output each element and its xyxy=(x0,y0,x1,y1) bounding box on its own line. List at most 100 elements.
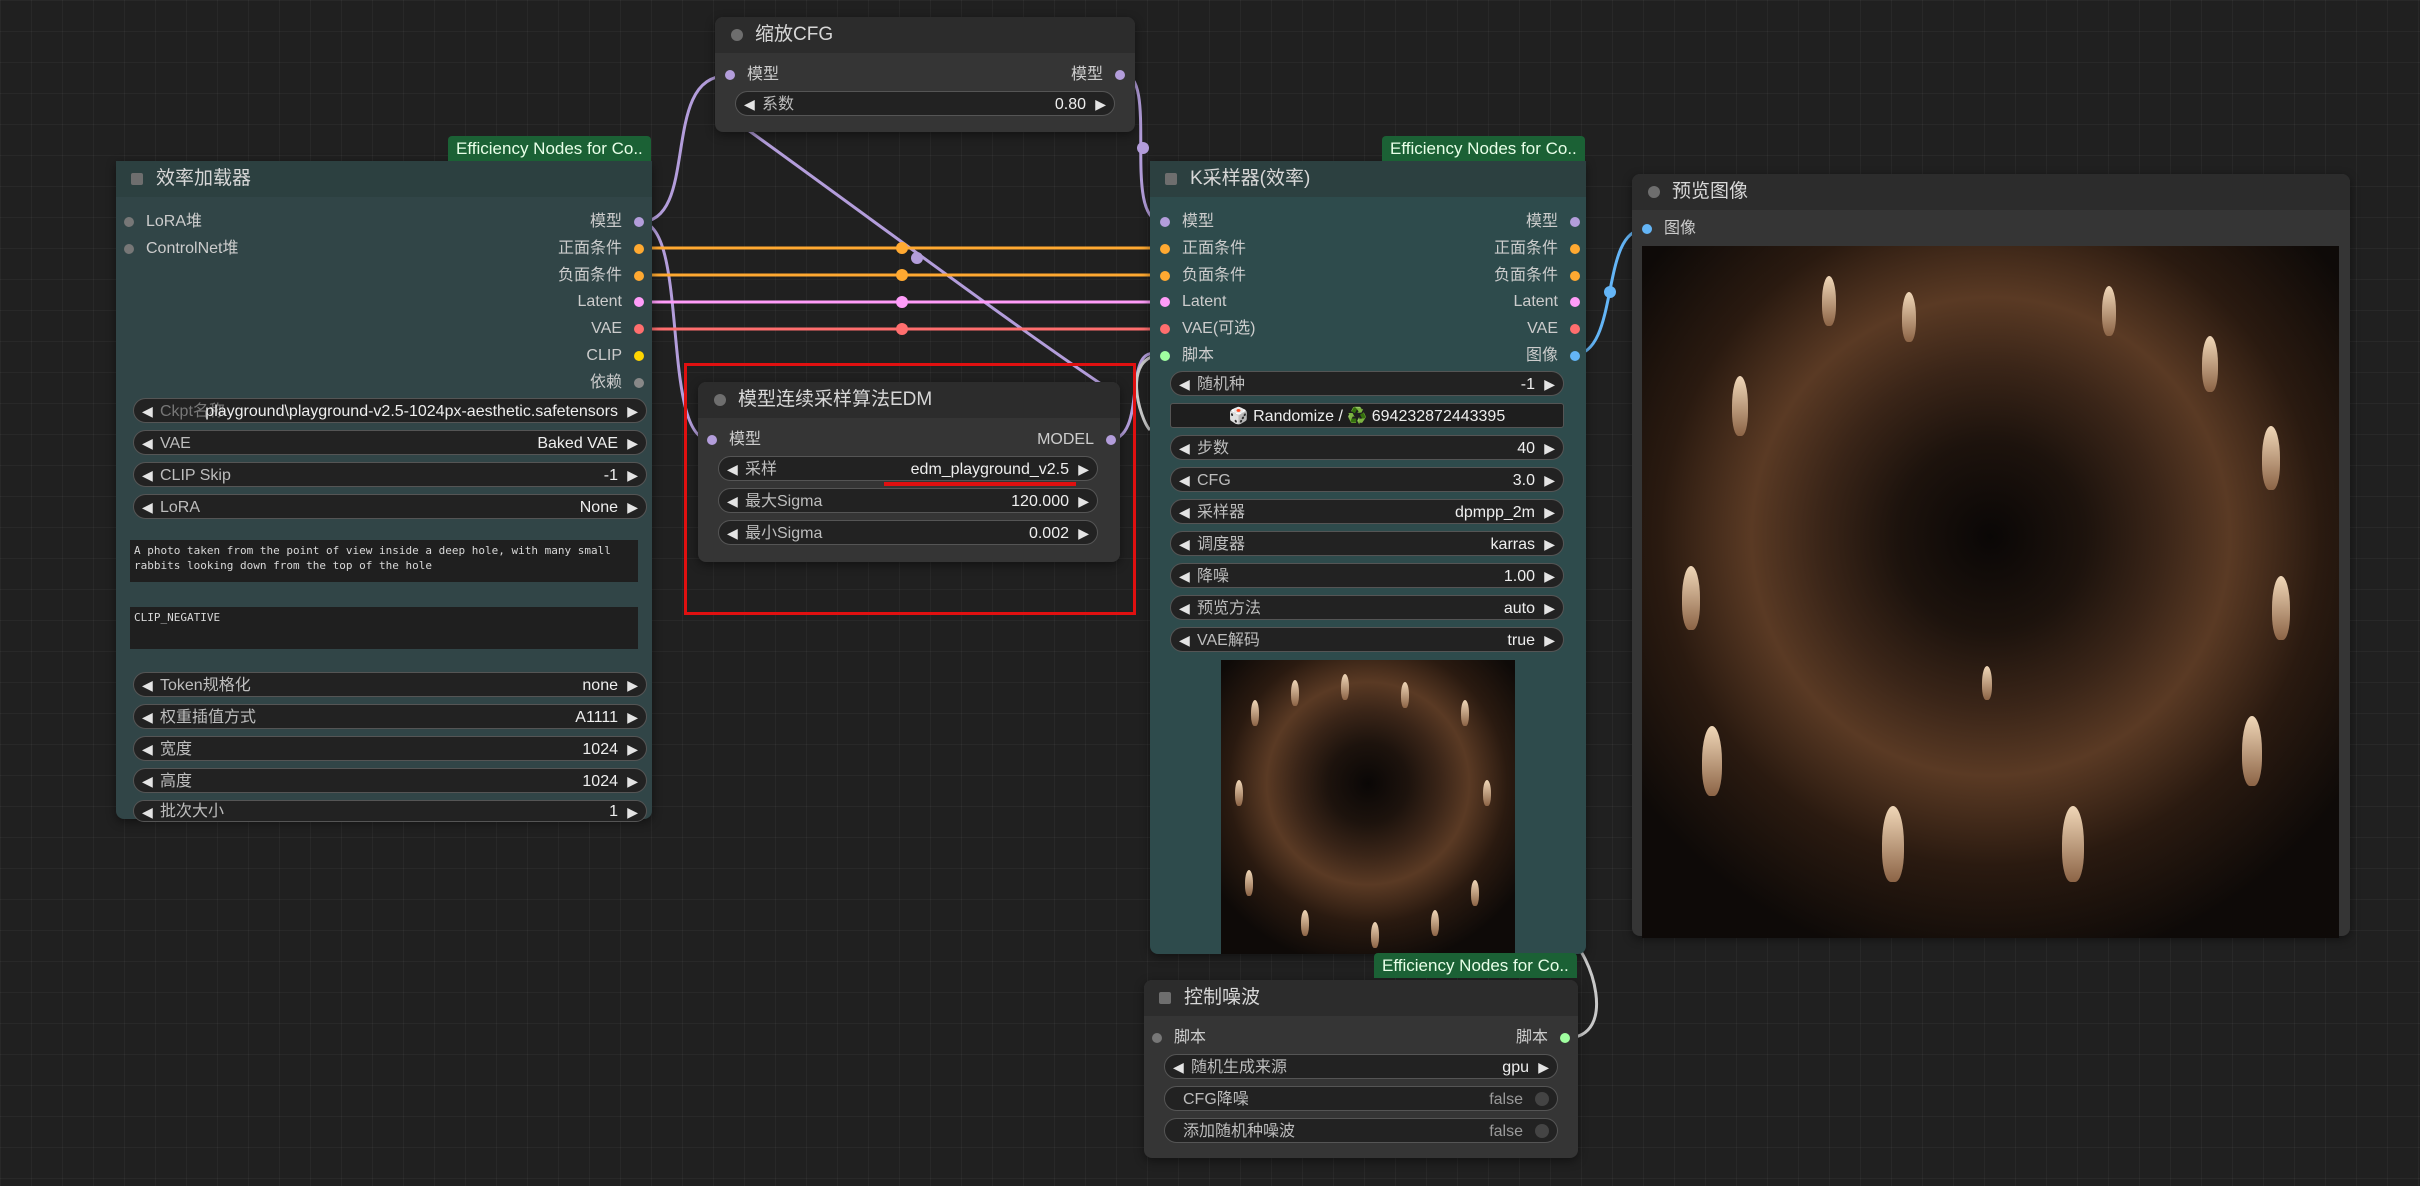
loader-input-controlnet-stack[interactable]: ControlNet堆 xyxy=(122,239,238,259)
add-seed-noise-toggle[interactable]: 添加随机种噪波 false xyxy=(1164,1118,1558,1143)
latent-pin-icon[interactable] xyxy=(1160,297,1170,307)
efficient-loader-title-bar[interactable]: 效率加载器 xyxy=(116,161,652,197)
vae-pin-icon[interactable] xyxy=(634,324,644,334)
vae-decode-widget[interactable]: ◀ VAE解码 true ▶ xyxy=(1170,627,1564,652)
width-widget[interactable]: ◀ 宽度 1024 ▶ xyxy=(133,736,647,761)
ksampler-title-bar[interactable]: K采样器(效率) xyxy=(1150,161,1586,197)
ksampler-input-script[interactable]: 脚本 xyxy=(1158,346,1214,366)
loader-output-negative[interactable]: 负面条件 xyxy=(558,266,646,286)
conditioning-pin-icon[interactable] xyxy=(634,244,644,254)
lora-stack-pin-icon[interactable] xyxy=(124,217,134,227)
ksampler-input-latent[interactable]: Latent xyxy=(1158,292,1226,312)
arrow-right-icon[interactable]: ▶ xyxy=(1544,628,1555,653)
arrow-left-icon[interactable]: ◀ xyxy=(1179,372,1190,397)
arrow-right-icon[interactable]: ▶ xyxy=(627,399,638,424)
positive-prompt-textarea[interactable]: A photo taken from the point of view ins… xyxy=(130,540,638,582)
ksampler-output-positive[interactable]: 正面条件 xyxy=(1494,239,1582,259)
sampler-widget[interactable]: ◀ 采样器 dpmpp_2m ▶ xyxy=(1170,499,1564,524)
arrow-right-icon[interactable]: ▶ xyxy=(1095,92,1106,117)
toggle-knob-icon[interactable] xyxy=(1535,1092,1549,1106)
weight-interpretation-widget[interactable]: ◀ 权重插值方式 A1111 ▶ xyxy=(133,704,647,729)
clip-skip-widget[interactable]: ◀ CLIP Skip -1 ▶ xyxy=(133,462,647,487)
negative-prompt-textarea[interactable]: CLIP_NEGATIVE xyxy=(130,607,638,649)
arrow-left-icon[interactable]: ◀ xyxy=(1179,628,1190,653)
image-pin-icon[interactable] xyxy=(1642,224,1652,234)
arrow-left-icon[interactable]: ◀ xyxy=(1179,500,1190,525)
arrow-left-icon[interactable]: ◀ xyxy=(1179,436,1190,461)
vae-pin-icon[interactable] xyxy=(1570,324,1580,334)
controlnet-stack-pin-icon[interactable] xyxy=(124,244,134,254)
loader-output-clip[interactable]: CLIP xyxy=(586,346,646,366)
loader-input-lora-stack[interactable]: LoRA堆 xyxy=(122,212,202,232)
rng-source-widget[interactable]: ◀ 随机生成来源 gpu ▶ xyxy=(1164,1054,1558,1079)
arrow-right-icon[interactable]: ▶ xyxy=(1544,532,1555,557)
cfg-output-model[interactable]: 模型 xyxy=(1071,65,1127,85)
ckpt-name-widget[interactable]: ◀ Ckpt名称 playground\playground-v2.5-1024… xyxy=(133,398,647,423)
ksampler-output-image[interactable]: 图像 xyxy=(1526,346,1582,366)
token-normalization-widget[interactable]: ◀ Token规格化 none ▶ xyxy=(133,672,647,697)
preview-title-bar[interactable]: 预览图像 xyxy=(1632,174,2350,210)
model-pin-icon[interactable] xyxy=(1115,70,1125,80)
arrow-left-icon[interactable]: ◀ xyxy=(142,431,153,456)
batch-size-widget[interactable]: ◀ 批次大小 1 ▶ xyxy=(133,800,647,822)
randomize-seed-button[interactable]: 🎲 Randomize / ♻️ 694232872443395 xyxy=(1170,403,1564,428)
preview-input-image[interactable]: 图像 xyxy=(1640,219,1696,239)
steps-widget[interactable]: ◀ 步数 40 ▶ xyxy=(1170,435,1564,460)
noise-output-script[interactable]: 脚本 xyxy=(1516,1028,1572,1048)
conditioning-pin-icon[interactable] xyxy=(1570,244,1580,254)
cfg-input-model[interactable]: 模型 xyxy=(723,65,779,85)
cfg-scale-node[interactable]: 缩放CFG 模型 模型 ◀ 系数 0.80 ▶ xyxy=(715,17,1135,132)
arrow-right-icon[interactable]: ▶ xyxy=(627,769,638,794)
preview-method-widget[interactable]: ◀ 预览方法 auto ▶ xyxy=(1170,595,1564,620)
collapse-dot-icon[interactable] xyxy=(731,29,743,41)
arrow-right-icon[interactable]: ▶ xyxy=(627,495,638,520)
loader-output-positive[interactable]: 正面条件 xyxy=(558,239,646,259)
arrow-right-icon[interactable]: ▶ xyxy=(627,737,638,762)
arrow-left-icon[interactable]: ◀ xyxy=(142,737,153,762)
arrow-right-icon[interactable]: ▶ xyxy=(1538,1055,1549,1080)
conditioning-pin-icon[interactable] xyxy=(1570,271,1580,281)
arrow-left-icon[interactable]: ◀ xyxy=(142,399,153,424)
script-pin-icon[interactable] xyxy=(1560,1033,1570,1043)
arrow-right-icon[interactable]: ▶ xyxy=(627,463,638,488)
preview-image-node[interactable]: 预览图像 图像 xyxy=(1632,174,2350,938)
arrow-right-icon[interactable]: ▶ xyxy=(1544,564,1555,589)
latent-pin-icon[interactable] xyxy=(1570,297,1580,307)
arrow-right-icon[interactable]: ▶ xyxy=(627,705,638,730)
collapse-square-icon[interactable] xyxy=(1165,173,1177,185)
model-pin-icon[interactable] xyxy=(634,217,644,227)
arrow-left-icon[interactable]: ◀ xyxy=(142,769,153,794)
arrow-left-icon[interactable]: ◀ xyxy=(142,463,153,488)
loader-output-dependency[interactable]: 依赖 xyxy=(590,373,646,393)
vae-name-widget[interactable]: ◀ VAE Baked VAE ▶ xyxy=(133,430,647,455)
lora-name-widget[interactable]: ◀ LoRA None ▶ xyxy=(133,494,647,519)
ksampler-input-vae[interactable]: VAE(可选) xyxy=(1158,319,1256,339)
ksampler-node[interactable]: K采样器(效率) 模型 正面条件 负面条件 Latent VAE(可选) 脚本 … xyxy=(1150,161,1586,954)
latent-pin-icon[interactable] xyxy=(634,297,644,307)
seed-widget[interactable]: ◀ 随机种 -1 ▶ xyxy=(1170,371,1564,396)
arrow-right-icon[interactable]: ▶ xyxy=(1544,500,1555,525)
height-widget[interactable]: ◀ 高度 1024 ▶ xyxy=(133,768,647,793)
ksampler-input-positive[interactable]: 正面条件 xyxy=(1158,239,1246,259)
ksampler-input-model[interactable]: 模型 xyxy=(1158,212,1214,232)
arrow-left-icon[interactable]: ◀ xyxy=(1173,1055,1184,1080)
arrow-left-icon[interactable]: ◀ xyxy=(744,92,755,117)
ksampler-output-latent[interactable]: Latent xyxy=(1514,292,1582,312)
denoise-widget[interactable]: ◀ 降噪 1.00 ▶ xyxy=(1170,563,1564,588)
image-pin-icon[interactable] xyxy=(1570,351,1580,361)
loader-output-latent[interactable]: Latent xyxy=(578,292,646,312)
model-pin-icon[interactable] xyxy=(1160,217,1170,227)
noise-control-title-bar[interactable]: 控制噪波 xyxy=(1144,980,1578,1016)
arrow-left-icon[interactable]: ◀ xyxy=(142,673,153,698)
arrow-left-icon[interactable]: ◀ xyxy=(142,801,153,823)
arrow-right-icon[interactable]: ▶ xyxy=(627,673,638,698)
ksampler-input-negative[interactable]: 负面条件 xyxy=(1158,266,1246,286)
cfg-scale-title-bar[interactable]: 缩放CFG xyxy=(715,17,1135,53)
arrow-right-icon[interactable]: ▶ xyxy=(1544,436,1555,461)
scheduler-widget[interactable]: ◀ 调度器 karras ▶ xyxy=(1170,531,1564,556)
clip-pin-icon[interactable] xyxy=(634,351,644,361)
collapse-dot-icon[interactable] xyxy=(1648,186,1660,198)
ksampler-output-negative[interactable]: 负面条件 xyxy=(1494,266,1582,286)
ksampler-output-vae[interactable]: VAE xyxy=(1527,319,1582,339)
efficient-loader-node[interactable]: 效率加载器 LoRA堆 ControlNet堆 模型 正面条件 负面条件 Lat… xyxy=(116,161,652,822)
